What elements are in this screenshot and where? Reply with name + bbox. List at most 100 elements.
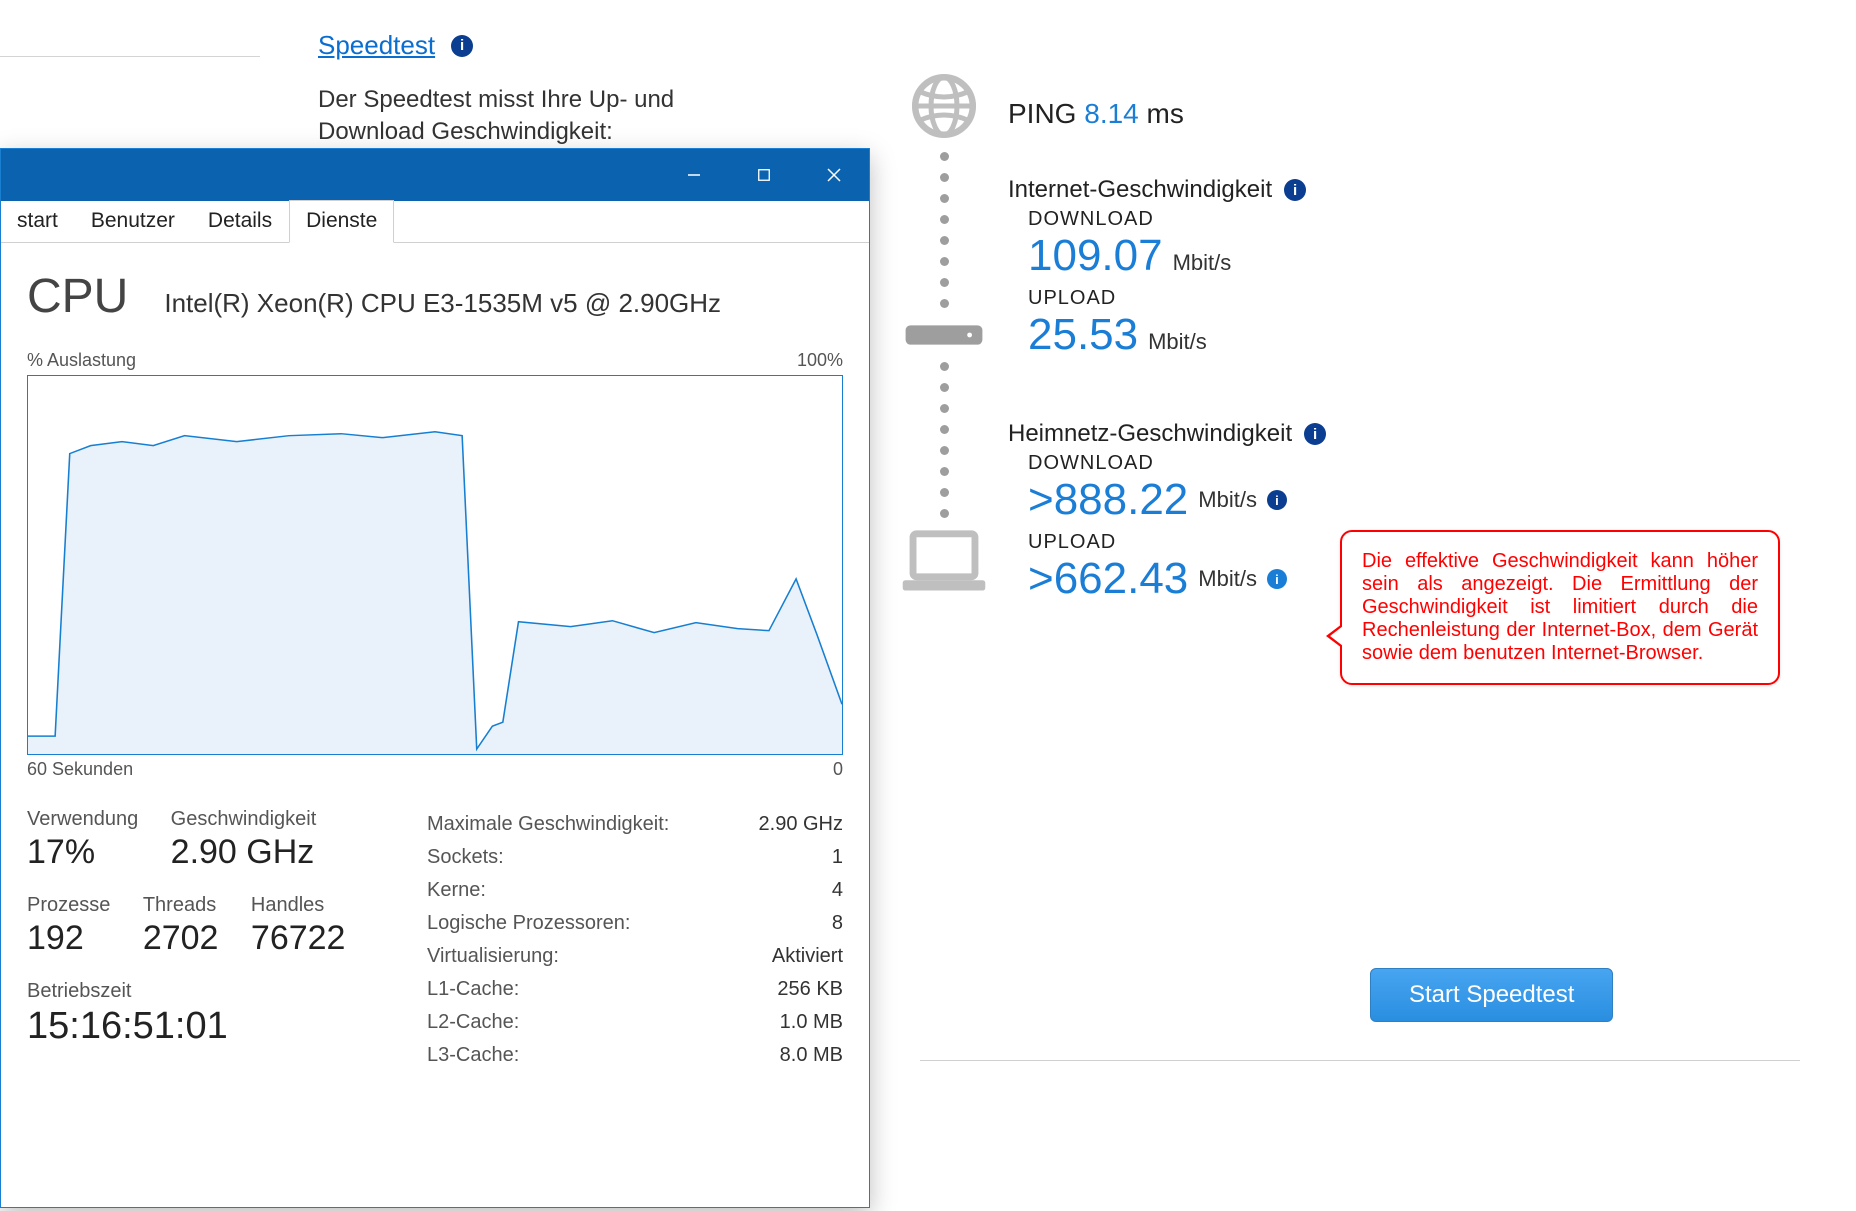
- home-speed-title: Heimnetz-Geschwindigkeit i: [1008, 420, 1326, 448]
- stat-value: 17%: [27, 833, 138, 872]
- stat-label: Geschwindigkeit: [171, 808, 317, 831]
- home-upload-label: UPLOAD: [1028, 531, 1326, 554]
- speedtest-heading: Speedtest i: [318, 30, 473, 61]
- value-unit: Mbit/s: [1173, 250, 1232, 276]
- laptop-icon: [901, 528, 987, 598]
- home-upload-value: >662.43 Mbit/s i: [1028, 554, 1326, 604]
- stat-value: 76722: [251, 919, 346, 958]
- connection-dots: [940, 152, 949, 308]
- ping-value: 8.14: [1084, 98, 1139, 129]
- kv-l1: L1-Cache:256 KB: [427, 973, 843, 1006]
- ping-label: PING: [1008, 98, 1076, 129]
- stat-label: Verwendung: [27, 808, 138, 831]
- kv-value: 1: [832, 846, 843, 869]
- tab-dienste[interactable]: Dienste: [289, 200, 394, 243]
- minimize-button[interactable]: [659, 149, 729, 201]
- chart-bottom-left-label: 60 Sekunden: [27, 759, 133, 780]
- chart-bottom-right-label: 0: [833, 759, 843, 780]
- tab-start[interactable]: start: [1, 201, 75, 242]
- globe-icon: [908, 70, 980, 142]
- value-text: 25.53: [1028, 310, 1138, 360]
- kv-key: Maximale Geschwindigkeit:: [427, 813, 669, 836]
- kv-kerne: Kerne:4: [427, 874, 843, 907]
- info-icon[interactable]: i: [1267, 490, 1287, 510]
- divider: [920, 1060, 1800, 1061]
- kv-key: Virtualisierung:: [427, 945, 559, 968]
- tab-benutzer[interactable]: Benutzer: [75, 201, 192, 242]
- connection-dots: [940, 362, 949, 518]
- kv-key: Logische Prozessoren:: [427, 912, 630, 935]
- kv-key: L2-Cache:: [427, 1011, 519, 1034]
- ping-unit: ms: [1147, 98, 1184, 129]
- stat-prozesse: Prozesse 192: [27, 894, 110, 958]
- value-text: >888.22: [1028, 475, 1188, 525]
- cpu-title: CPU: [27, 269, 128, 324]
- kv-key: L3-Cache:: [427, 1044, 519, 1067]
- stat-betriebszeit: Betriebszeit 15:16:51:01: [27, 980, 359, 1048]
- kv-key: Sockets:: [427, 846, 504, 869]
- kv-value: 4: [832, 879, 843, 902]
- stat-value: 2702: [143, 919, 219, 958]
- chart-top-labels: % Auslastung 100%: [27, 350, 843, 371]
- kv-value: 2.90 GHz: [759, 813, 843, 836]
- kv-l2: L2-Cache:1.0 MB: [427, 1006, 843, 1039]
- value-unit: Mbit/s: [1198, 487, 1257, 513]
- internet-download-value: 109.07 Mbit/s: [1028, 231, 1326, 281]
- cpu-stats-left: Verwendung 17% Geschwindigkeit 2.90 GHz …: [27, 808, 387, 1072]
- value-text: >662.43: [1028, 554, 1188, 604]
- stat-geschwindigkeit: Geschwindigkeit 2.90 GHz: [171, 808, 317, 872]
- kv-value: 8.0 MB: [780, 1044, 843, 1067]
- stat-value: 2.90 GHz: [171, 833, 317, 872]
- cpu-model: Intel(R) Xeon(R) CPU E3-1535M v5 @ 2.90G…: [164, 288, 721, 319]
- stat-value: 192: [27, 919, 110, 958]
- speedtest-title-link[interactable]: Speedtest: [318, 30, 435, 61]
- cpu-stats: Verwendung 17% Geschwindigkeit 2.90 GHz …: [27, 808, 843, 1072]
- internet-upload-label: UPLOAD: [1028, 287, 1326, 310]
- info-icon[interactable]: i: [1304, 423, 1326, 445]
- kv-logproc: Logische Prozessoren: 8: [427, 907, 843, 940]
- kv-sockets: Sockets: 1: [427, 841, 843, 874]
- stat-verwendung: Verwendung 17%: [27, 808, 138, 872]
- home-download-label: DOWNLOAD: [1028, 452, 1326, 475]
- tab-details[interactable]: Details: [192, 201, 289, 242]
- kv-virt: Virtualisierung: Aktiviert: [427, 940, 843, 973]
- tab-bar: start Benutzer Details Dienste: [1, 201, 869, 243]
- stat-value: 15:16:51:01: [27, 1005, 359, 1048]
- chart-top-right-label: 100%: [797, 350, 843, 371]
- kv-l3: L3-Cache: 8.0 MB: [427, 1039, 843, 1072]
- cpu-header: CPU Intel(R) Xeon(R) CPU E3-1535M v5 @ 2…: [27, 269, 843, 324]
- speedtest-description: Der Speedtest misst Ihre Up- und Downloa…: [318, 84, 738, 149]
- stat-threads: Threads 2702: [143, 894, 219, 958]
- start-speedtest-button[interactable]: Start Speedtest: [1370, 968, 1613, 1022]
- internet-upload-value: 25.53 Mbit/s: [1028, 310, 1326, 360]
- info-icon[interactable]: i: [1267, 569, 1287, 589]
- speedtest-icon-column: [905, 70, 983, 598]
- kv-maxspeed: Maximale Geschwindigkeit: 2.90 GHz: [427, 808, 843, 841]
- value-text: 109.07: [1028, 231, 1163, 281]
- value-unit: Mbit/s: [1148, 329, 1207, 355]
- router-icon: [904, 318, 984, 352]
- kv-key: L1-Cache:: [427, 978, 519, 1001]
- cpu-stats-right: Maximale Geschwindigkeit: 2.90 GHz Socket…: [427, 808, 843, 1072]
- kv-value: Aktiviert: [772, 945, 843, 968]
- info-icon[interactable]: i: [451, 35, 473, 57]
- task-manager-window: start Benutzer Details Dienste CPU Intel…: [0, 148, 870, 1208]
- task-manager-body: CPU Intel(R) Xeon(R) CPU E3-1535M v5 @ 2…: [1, 243, 869, 1072]
- close-button[interactable]: [799, 149, 869, 201]
- kv-value: 8: [832, 912, 843, 935]
- maximize-button[interactable]: [729, 149, 799, 201]
- value-unit: Mbit/s: [1198, 566, 1257, 592]
- chart-bottom-labels: 60 Sekunden 0: [27, 759, 843, 780]
- divider: [0, 56, 260, 57]
- stat-label: Betriebszeit: [27, 980, 359, 1003]
- internet-download-label: DOWNLOAD: [1028, 208, 1326, 231]
- info-icon[interactable]: i: [1284, 179, 1306, 201]
- internet-speed-title: Internet-Geschwindigkeit i: [1008, 176, 1326, 204]
- home-speed-title-text: Heimnetz-Geschwindigkeit: [1008, 420, 1292, 448]
- ping-line: PING 8.14 ms: [1008, 98, 1326, 130]
- titlebar[interactable]: [1, 149, 869, 201]
- stat-label: Threads: [143, 894, 219, 917]
- chart-top-left-label: % Auslastung: [27, 350, 136, 371]
- stat-handles: Handles 76722: [251, 894, 346, 958]
- stat-label: Prozesse: [27, 894, 110, 917]
